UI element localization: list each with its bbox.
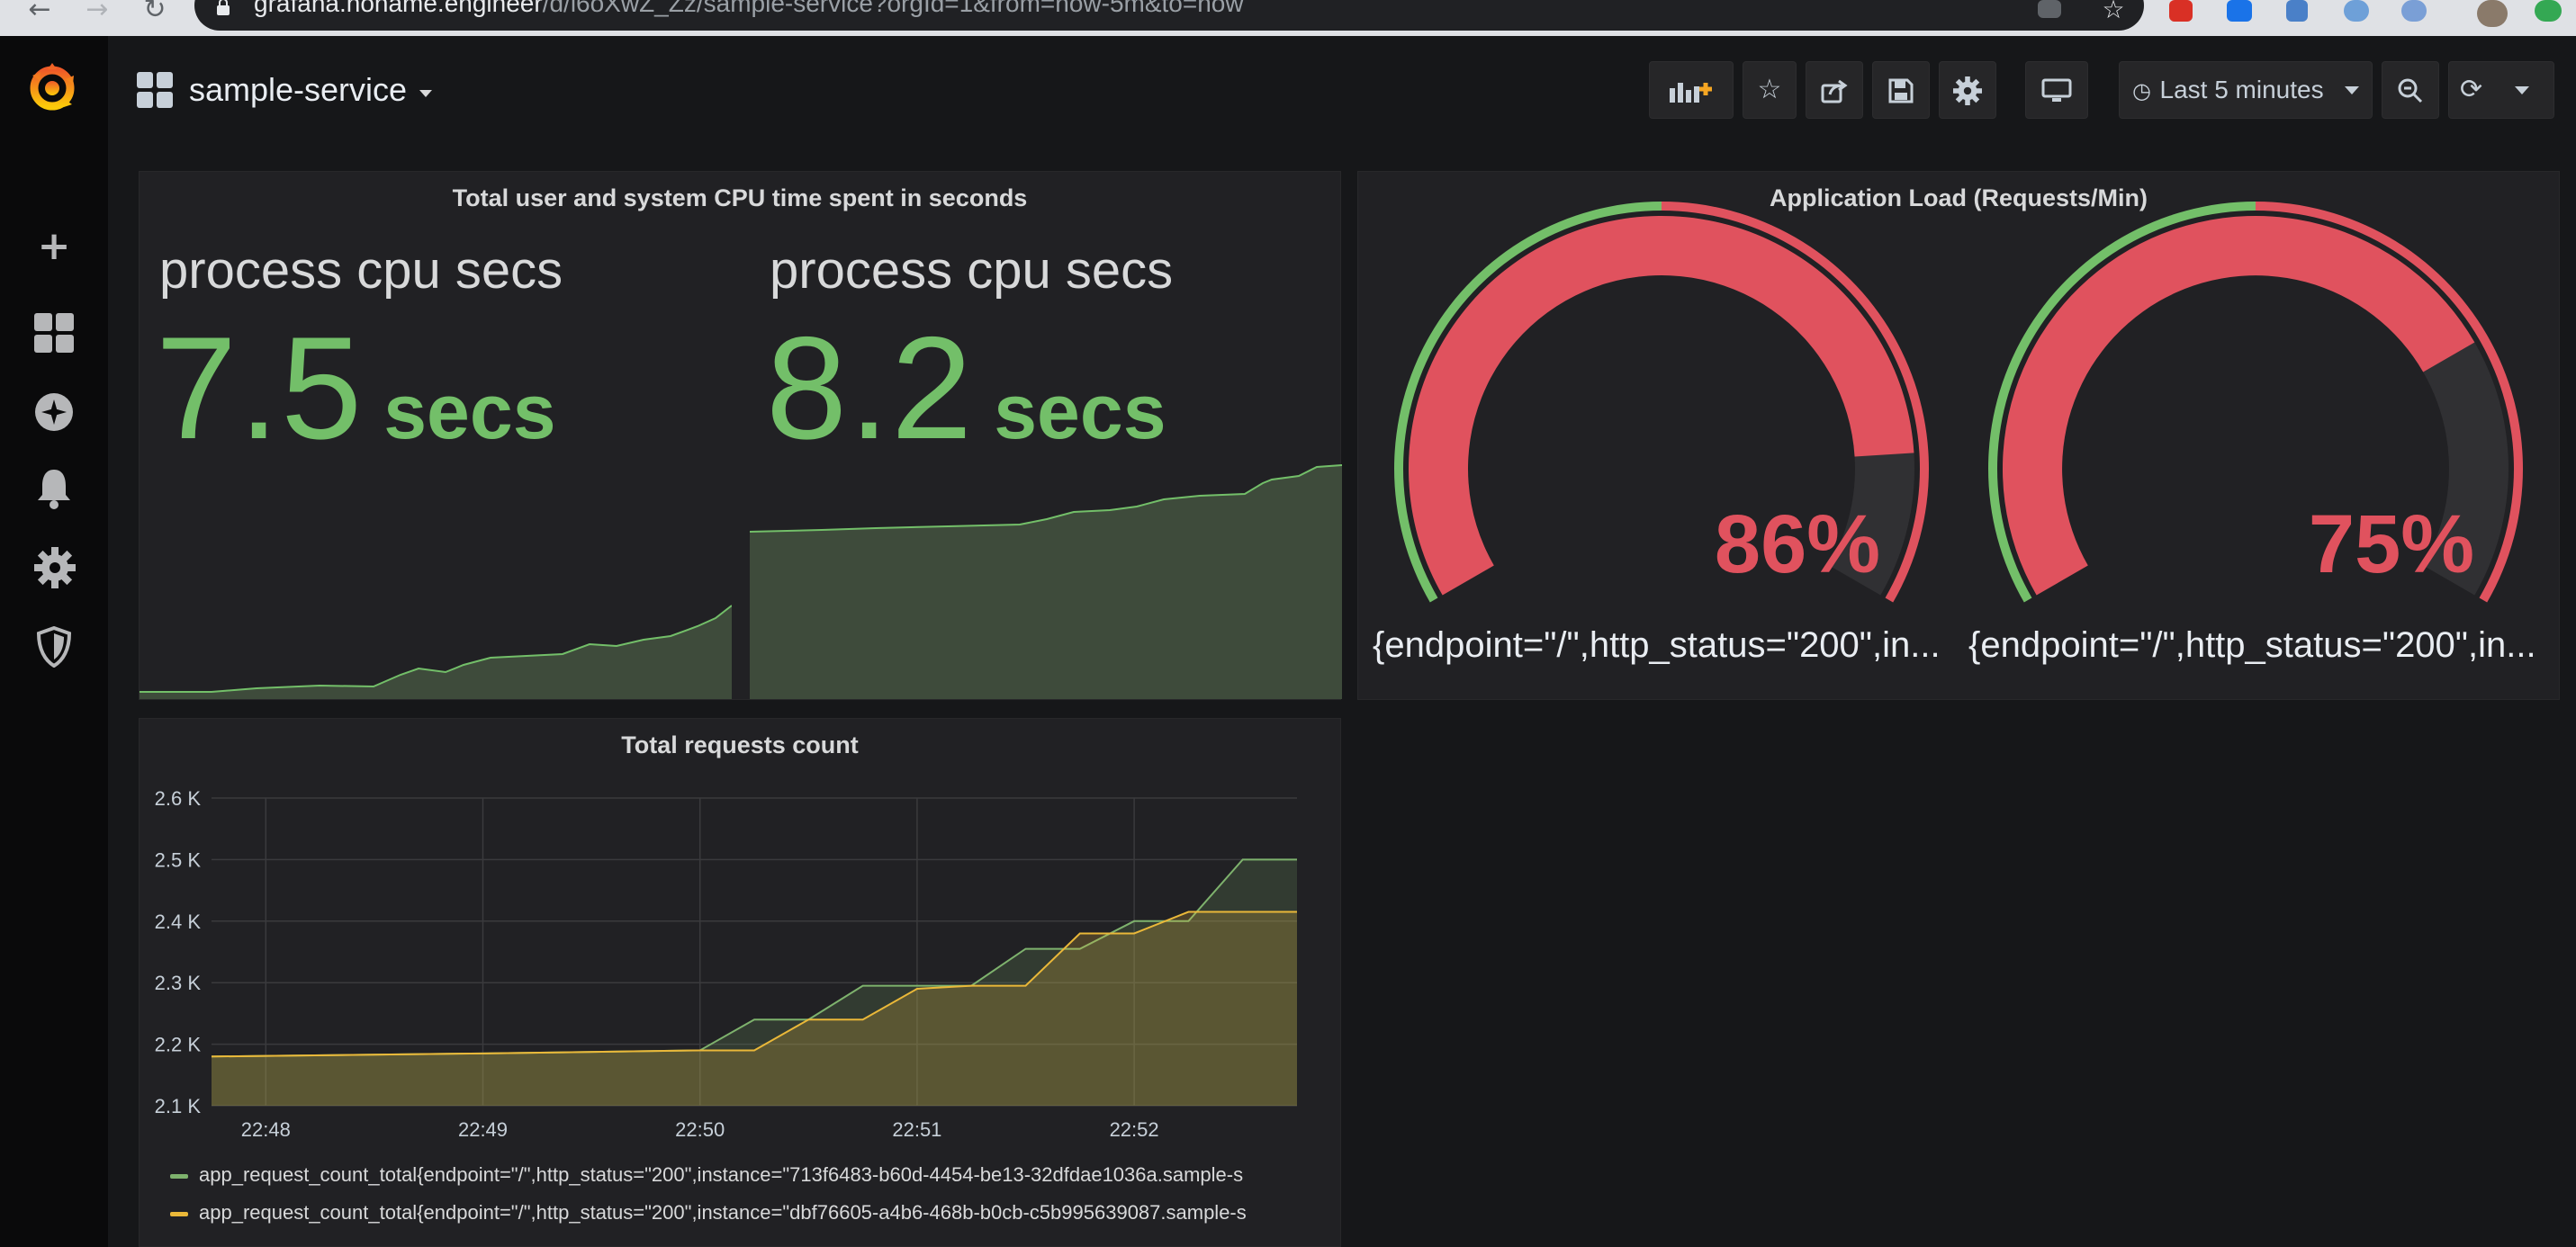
stat-label-1: process cpu secs	[159, 241, 563, 300]
clock-icon: ◷	[2132, 78, 2151, 103]
chevron-down-icon[interactable]	[419, 90, 432, 97]
lock-icon	[217, 0, 230, 15]
gauge-value-2: 75%	[2308, 498, 2475, 590]
chevron-down-icon	[2514, 86, 2529, 94]
extension-blue-icon[interactable]	[2227, 0, 2252, 22]
y-tick-label: 2.2 K	[155, 1034, 202, 1056]
add-panel-icon	[1670, 82, 1712, 103]
legend-item-1[interactable]: app_request_count_total{endpoint="/",htt…	[170, 1162, 1322, 1189]
save-button[interactable]	[1872, 61, 1930, 119]
settings-button[interactable]	[1939, 61, 1996, 119]
extension-feather-icon[interactable]	[2401, 0, 2427, 22]
y-tick-label: 2.5 K	[155, 848, 202, 871]
zoom-out-button[interactable]	[2382, 61, 2439, 119]
chevron-down-icon	[2345, 86, 2360, 94]
zoom-out-icon	[2398, 78, 2423, 103]
monitor-icon	[2041, 78, 2072, 102]
alerting-icon[interactable]	[36, 468, 72, 509]
back-arrow-icon[interactable]: ←	[22, 0, 58, 27]
series-area-2	[212, 911, 1297, 1106]
translate-icon[interactable]	[2038, 0, 2061, 18]
reload-icon[interactable]: ↻	[137, 0, 173, 27]
save-icon	[1888, 78, 1914, 103]
application-load-panel[interactable]: Application Load (Requests/Min) 86% 75% …	[1357, 171, 2560, 700]
dashboards-icon[interactable]	[34, 313, 74, 353]
configuration-icon[interactable]	[34, 547, 76, 588]
refresh-icon: ⟳	[2460, 74, 2483, 105]
gear-icon	[1953, 76, 1982, 105]
dashboard-grid-icon	[137, 72, 173, 108]
avatar[interactable]	[2477, 0, 2508, 27]
share-button[interactable]	[1806, 61, 1863, 119]
x-tick-label: 22:52	[1110, 1118, 1159, 1141]
y-tick-label: 2.3 K	[155, 972, 202, 994]
cpu-time-panel[interactable]: Total user and system CPU time spent in …	[139, 171, 1342, 700]
url-text[interactable]: grafana.noname.engineer/d/l6oXwZ_Zz/samp…	[254, 0, 1244, 22]
update-arrow-icon[interactable]	[2535, 0, 2562, 22]
plus-icon[interactable]: +	[32, 225, 76, 268]
shield-icon[interactable]	[36, 626, 72, 668]
refresh-button[interactable]: ⟳	[2448, 61, 2554, 119]
side-menu: +	[0, 36, 108, 1247]
x-tick-label: 22:50	[675, 1118, 725, 1141]
stat-value-1: 7.5 secs	[156, 307, 556, 470]
dashboard-title[interactable]: sample-service	[189, 68, 407, 112]
gauge-value-1: 86%	[1714, 498, 1881, 590]
x-tick-label: 22:49	[458, 1118, 508, 1141]
sparkline-1	[140, 605, 732, 699]
star-button[interactable]: ☆	[1743, 61, 1797, 119]
bookmark-star-icon[interactable]: ☆	[2095, 0, 2131, 27]
extension-globe-icon[interactable]	[2344, 0, 2369, 22]
y-tick-label: 2.4 K	[155, 911, 202, 933]
x-tick-label: 22:51	[892, 1118, 941, 1141]
requests-count-panel[interactable]: Total requests count 2.1 K 2.2 K 2.3 K 2.4 …	[139, 718, 1341, 1247]
requests-chart: 2.1 K 2.2 K 2.3 K 2.4 K 2.5 K 2.6 K 22:48 22:49…	[155, 787, 1297, 1141]
extension-red-icon[interactable]	[2169, 0, 2193, 22]
y-tick-label: 2.6 K	[155, 787, 202, 810]
time-range-label: Last 5 minutes	[2159, 76, 2324, 103]
panel-title[interactable]: Total user and system CPU time spent in …	[140, 184, 1340, 212]
sparkline-2	[750, 464, 1342, 699]
gauge-label-2: {endpoint="/",http_status="200",in...	[1968, 625, 2536, 665]
extension-shield-icon[interactable]	[2286, 0, 2308, 22]
time-picker-button[interactable]: ◷ Last 5 minutes	[2119, 61, 2373, 119]
share-icon	[1821, 79, 1848, 103]
x-tick-label: 22:48	[241, 1118, 291, 1141]
legend-item-2[interactable]: app_request_count_total{endpoint="/",htt…	[170, 1199, 1322, 1226]
cycle-view-mode-button[interactable]	[2025, 61, 2088, 119]
grafana-logo-icon[interactable]	[25, 59, 79, 115]
gauge-label-1: {endpoint="/",http_status="200",in...	[1373, 625, 1941, 665]
gauges	[1394, 202, 2523, 603]
forward-arrow-icon[interactable]: →	[79, 0, 115, 27]
y-tick-label: 2.1 K	[155, 1095, 202, 1117]
browser-toolbar: ← → ↻ grafana.noname.engineer/d/l6oXwZ_Z…	[0, 0, 2576, 36]
stat-value-2: 8.2 secs	[766, 307, 1166, 470]
legend-swatch-yellow	[170, 1211, 188, 1216]
legend-swatch-green	[170, 1173, 188, 1179]
explore-icon[interactable]	[34, 392, 74, 432]
stat-label-2: process cpu secs	[770, 241, 1174, 300]
add-panel-button[interactable]	[1649, 61, 1734, 119]
